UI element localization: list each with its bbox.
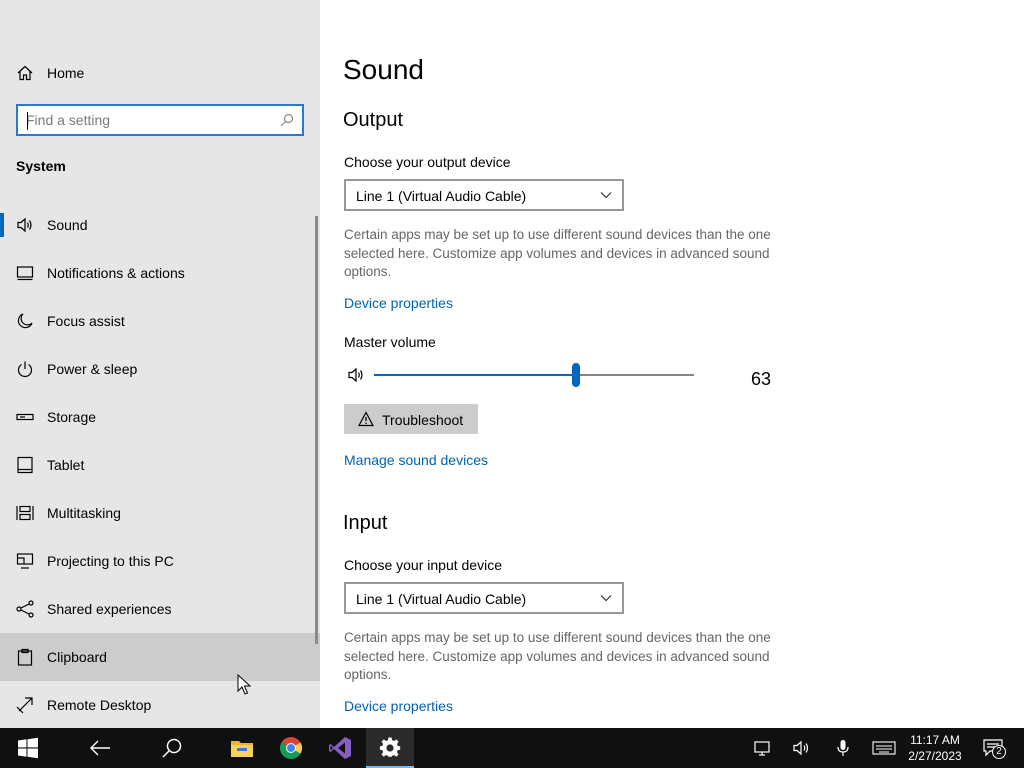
sidebar-item-label: Shared experiences [47,601,172,617]
search-box[interactable] [16,104,304,136]
manage-sound-devices-link[interactable]: Manage sound devices [344,452,488,468]
output-device-properties-link[interactable]: Device properties [344,295,453,311]
sidebar-item-shared-experiences[interactable]: Shared experiences [0,585,320,633]
chrome-icon [280,737,302,759]
output-device-dropdown[interactable]: Line 1 (Virtual Audio Cable) [344,179,624,211]
moon-icon [17,313,33,329]
sidebar-item-label: Clipboard [47,649,107,665]
output-description: Certain apps may be set up to use differ… [344,227,771,279]
sidebar-item-sound[interactable]: Sound [0,201,320,249]
sidebar-item-label: Focus assist [47,313,125,329]
chevron-down-icon [600,192,612,199]
sidebar-item-label: Sound [47,217,88,233]
sidebar-item-projecting[interactable]: Projecting to this PC [0,537,320,585]
section-title: System [16,158,66,174]
projecting-icon [16,553,34,569]
sidebar-item-clipboard[interactable]: Clipboard [0,633,320,681]
volume-icon[interactable] [792,738,812,758]
sidebar-nav: Sound Notifications & actions Focus assi… [0,201,320,729]
warning-icon [358,411,374,427]
sidebar-item-label: Storage [47,409,97,425]
sidebar-item-notifications[interactable]: Notifications & actions [0,249,320,297]
search-icon [162,738,182,758]
notification-icon [16,266,34,281]
sidebar-item-remote-desktop[interactable]: Remote Desktop [0,681,320,729]
shared-icon [16,600,34,618]
back-button[interactable] [76,728,124,768]
settings-icon [379,737,401,757]
volume-value: 63 [751,369,772,389]
sidebar-item-tablet[interactable]: Tablet [0,441,320,489]
input-device-label: Choose your input device [344,557,502,573]
sidebar-item-storage[interactable]: Storage [0,393,320,441]
home-icon [17,65,33,81]
input-device-dropdown[interactable]: Line 1 (Virtual Audio Cable) [344,582,624,614]
output-device-value: Line 1 (Virtual Audio Cable) [356,188,527,204]
chrome-button[interactable] [267,728,315,768]
sidebar-item-label: Power & sleep [47,361,138,377]
settings-sidebar: Home System Sound Notifications & action… [0,0,320,728]
input-description: Certain apps may be set up to use differ… [344,630,771,682]
troubleshoot-button[interactable]: Troubleshoot [344,404,478,434]
output-device-label: Choose your output device [344,154,511,170]
start-icon [18,737,38,759]
file-explorer-button[interactable] [218,728,266,768]
sidebar-item-label: Projecting to this PC [47,553,174,569]
settings-button[interactable] [366,728,414,768]
speaker-icon [17,217,32,233]
search-input[interactable] [26,111,276,129]
keyboard-icon[interactable] [872,738,896,758]
page-title: Sound [343,54,424,85]
remote-desktop-icon [16,697,33,714]
visual-studio-button[interactable] [316,728,364,768]
clipboard-icon [17,648,33,666]
sidebar-item-multitasking[interactable]: Multitasking [0,489,320,537]
microphone-icon[interactable] [833,738,853,758]
action-center-button[interactable]: 2 [983,736,1009,760]
master-volume-label: Master volume [344,334,436,350]
back-icon [90,740,110,756]
visual-studio-icon [329,737,351,759]
home-label: Home [47,65,85,81]
home-nav-item[interactable]: Home [0,56,320,90]
sidebar-item-label: Multitasking [47,505,121,521]
power-icon [17,361,33,378]
text-caret [27,112,28,130]
multitasking-icon [16,505,34,521]
slider-fill [374,374,576,376]
sidebar-item-label: Tablet [47,457,85,473]
tablet-icon [17,456,33,474]
file-explorer-icon [231,741,253,757]
sidebar-item-power-sleep[interactable]: Power & sleep [0,345,320,393]
input-device-value: Line 1 (Virtual Audio Cable) [356,591,527,607]
search-icon[interactable] [280,113,294,127]
start-button[interactable] [4,728,52,768]
input-device-properties-link[interactable]: Device properties [344,698,453,714]
slider-thumb[interactable] [571,363,580,387]
clock-date: 2/27/2023 [908,749,962,763]
clock-time: 11:17 AM [910,733,960,747]
taskbar: 11:17 AM 2/27/2023 2 [0,728,1024,768]
network-icon[interactable] [753,738,773,758]
notification-count-badge: 2 [992,745,1006,759]
input-heading: Input [343,512,388,534]
sidebar-item-label: Notifications & actions [47,265,185,281]
sidebar-item-focus-assist[interactable]: Focus assist [0,297,320,345]
output-heading: Output [343,109,404,131]
sidebar-item-label: Remote Desktop [47,697,152,713]
speaker-icon[interactable] [347,366,365,384]
chevron-down-icon [600,595,612,602]
master-volume-slider[interactable] [374,363,694,387]
taskbar-search-button[interactable] [148,728,196,768]
taskbar-clock[interactable]: 11:17 AM 2/27/2023 [900,732,970,764]
sidebar-scrollbar[interactable] [315,216,318,644]
mouse-cursor-icon [237,674,251,695]
sound-settings-page: Sound Output Choose your output device L… [320,0,1024,728]
troubleshoot-label: Troubleshoot [382,412,464,428]
storage-icon [16,413,34,421]
